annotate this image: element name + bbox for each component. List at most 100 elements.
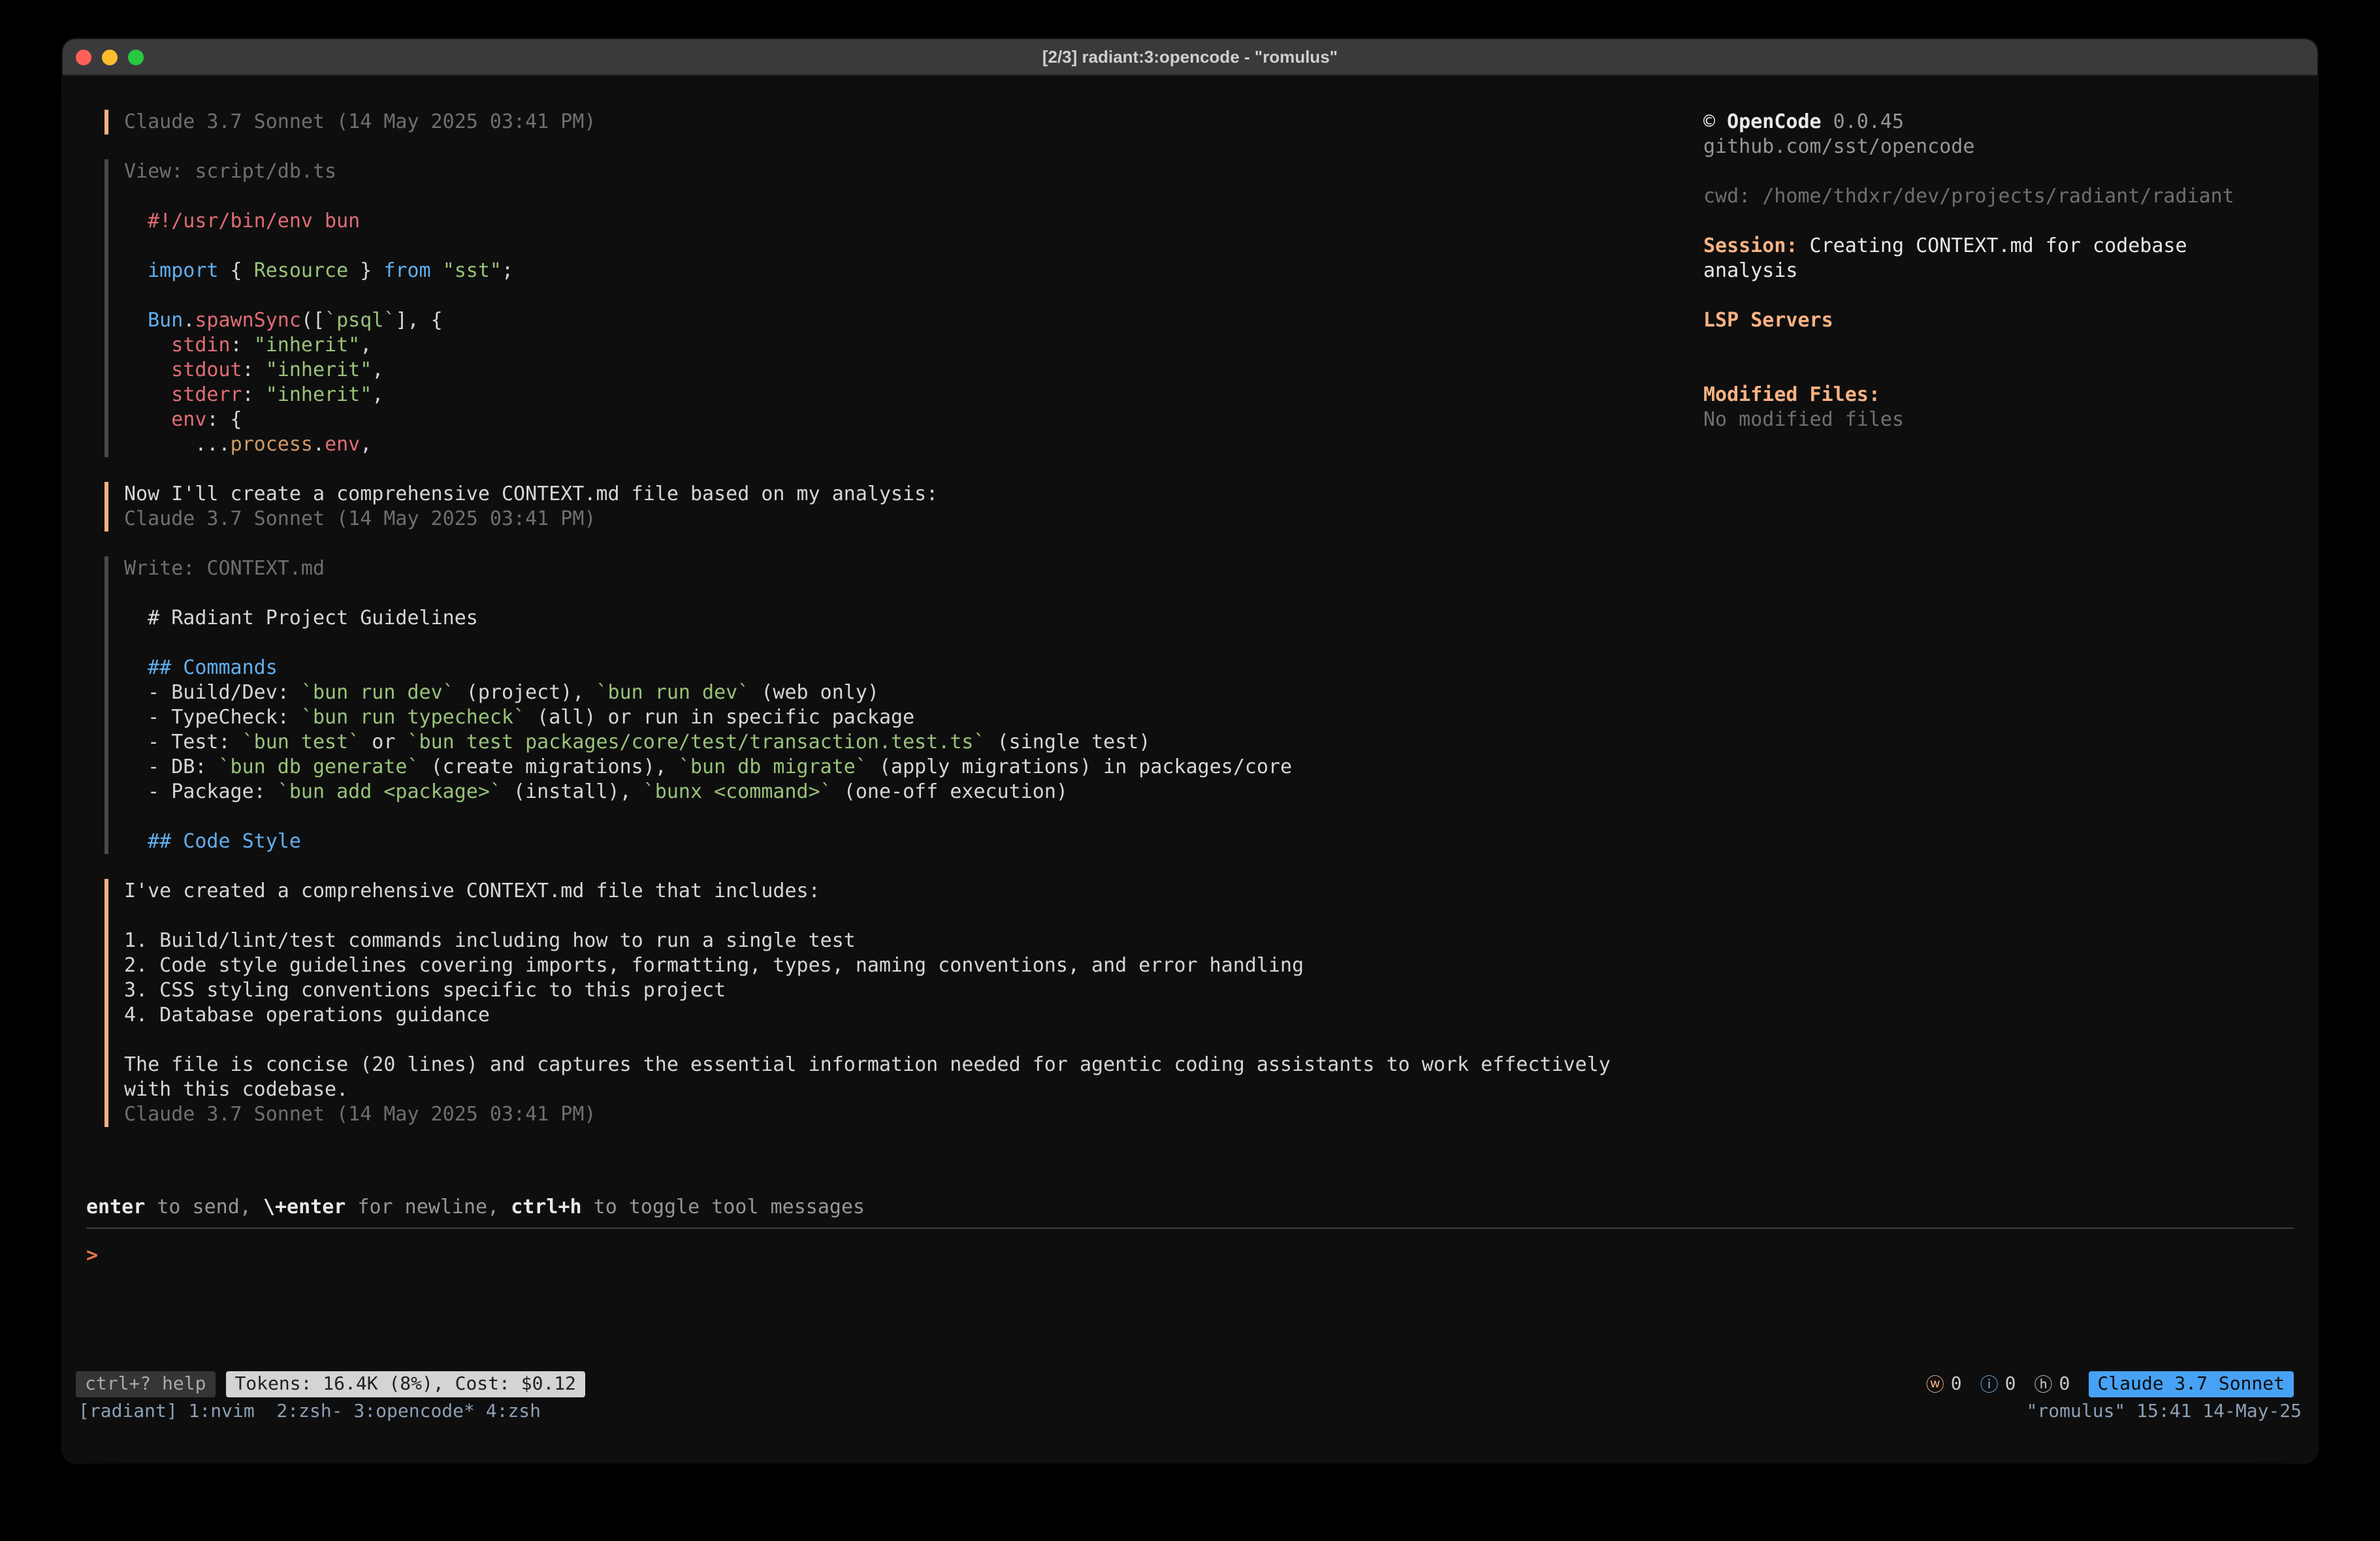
terminal-line: stdout: "inherit", [124, 358, 1703, 383]
text-token: ], { [395, 308, 442, 332]
terminal-line [1703, 283, 2286, 308]
text-token: : [242, 358, 266, 381]
text-token: Now I'll create a comprehensive CONTEXT.… [124, 482, 938, 505]
text-token: stdin [124, 333, 231, 357]
text-token: #!/usr/bin/env bun [124, 209, 360, 232]
terminal-line: ## Commands [124, 656, 1703, 680]
terminal-line: Modified Files: [1703, 383, 2286, 407]
help-badge[interactable]: ctrl+? help [76, 1371, 215, 1397]
text-token: \+enter [263, 1195, 346, 1218]
tokens-cost-badge: Tokens: 16.4K (8%), Cost: $0.12 [225, 1371, 585, 1397]
text-token: (all) or run in specific package [525, 705, 914, 729]
text-token: `psql` [325, 308, 395, 332]
diagnostic-hints: ⓗ 0 [2034, 1371, 2070, 1397]
text-token: : [242, 383, 266, 406]
session-sidebar: © OpenCode 0.0.45github.com/sst/opencode… [1703, 76, 2317, 1195]
terminal-line [124, 904, 1703, 929]
text-token: Claude 3.7 Sonnet (14 May 2025 03:41 PM) [124, 1102, 596, 1126]
terminal-line: - DB: `bun db generate` (create migratio… [124, 755, 1703, 780]
terminal-line: github.com/sst/opencode [1703, 135, 2286, 159]
text-token: The file is concise (20 lines) and captu… [124, 1053, 1611, 1076]
text-token: 3. CSS styling conventions specific to t… [124, 978, 726, 1002]
text-token: - DB: [124, 755, 219, 778]
terminal-line [1703, 358, 2286, 383]
terminal-line: LSP Servers [1703, 308, 2286, 333]
terminal: Claude 3.7 Sonnet (14 May 2025 03:41 PM)… [63, 76, 2317, 1461]
zoom-button[interactable] [128, 49, 144, 65]
text-token: stderr [124, 383, 242, 406]
text-token: (apply migrations) in packages/core [867, 755, 1292, 778]
terminal-line [124, 804, 1703, 829]
text-token: Creating CONTEXT.md for codebase [1798, 234, 2187, 257]
text-token: OpenCode [1727, 110, 1822, 133]
terminal-line: ...process.env, [124, 432, 1703, 457]
text-token: ; [502, 259, 513, 282]
text-token: No modified files [1703, 407, 1904, 431]
text-token: to send, [145, 1195, 263, 1218]
text-token: "inherit" [266, 358, 372, 381]
text-token: import [124, 259, 219, 282]
text-token: `bun add <package>` [278, 780, 502, 803]
terminal-line: © OpenCode 0.0.45 [1703, 110, 2286, 135]
text-token: , [360, 432, 372, 456]
diagnostic-info: ⓘ 0 [1980, 1371, 2016, 1397]
info-icon: ⓘ [1980, 1371, 1999, 1397]
terminal-line: Bun.spawnSync([`psql`], { [124, 308, 1703, 333]
text-token: Session: [1703, 234, 1798, 257]
minimize-button[interactable] [102, 49, 118, 65]
text-token: 4. Database operations guidance [124, 1003, 490, 1026]
text-token: { [219, 259, 254, 282]
terminal-line: with this codebase. [124, 1077, 1703, 1102]
terminal-line: analysis [1703, 259, 2286, 283]
text-token: - Package: [124, 780, 278, 803]
assistant-message: Now I'll create a comprehensive CONTEXT.… [105, 482, 1703, 532]
terminal-line: 3. CSS styling conventions specific to t… [124, 978, 1703, 1003]
text-token: analysis [1703, 259, 1798, 282]
terminal-line: cwd: /home/thdxr/dev/projects/radiant/ra… [1703, 184, 2286, 209]
model-badge[interactable]: Claude 3.7 Sonnet [2088, 1371, 2294, 1397]
terminal-line: The file is concise (20 lines) and captu… [124, 1053, 1703, 1077]
text-token: 0.0.45 [1822, 110, 1904, 133]
terminal-line: - Build/Dev: `bun run dev` (project), `b… [124, 680, 1703, 705]
assistant-message: I've created a comprehensive CONTEXT.md … [105, 879, 1703, 1127]
terminal-line: - Test: `bun test` or `bun test packages… [124, 730, 1703, 755]
text-token: - Build/Dev: [124, 680, 301, 704]
terminal-line: Claude 3.7 Sonnet (14 May 2025 03:41 PM) [124, 1102, 1703, 1127]
text-token: Claude 3.7 Sonnet (14 May 2025 03:41 PM) [124, 507, 596, 530]
text-token: View: script/db.ts [124, 159, 336, 183]
text-token: Claude 3.7 Sonnet (14 May 2025 03:41 PM) [124, 110, 596, 133]
text-token: from [383, 259, 430, 282]
close-button[interactable] [76, 49, 91, 65]
text-token: `bun db generate` [219, 755, 419, 778]
terminal-line: ## Code Style [124, 829, 1703, 854]
text-token: `bunx <command>` [643, 780, 832, 803]
text-token: (create migrations), [419, 755, 679, 778]
tmux-status-bar: [radiant] 1:nvim 2:zsh- 3:opencode* 4:zs… [63, 1400, 2317, 1425]
terminal-line: Claude 3.7 Sonnet (14 May 2025 03:41 PM) [124, 110, 1703, 135]
terminal-line: enter to send, \+enter for newline, ctrl… [86, 1195, 2317, 1220]
chat-log: Claude 3.7 Sonnet (14 May 2025 03:41 PM)… [63, 76, 1703, 1195]
terminal-line: Now I'll create a comprehensive CONTEXT.… [124, 482, 1703, 507]
text-token: ## Code Style [124, 829, 301, 853]
text-token: Resource [254, 259, 349, 282]
terminal-line: Claude 3.7 Sonnet (14 May 2025 03:41 PM) [124, 507, 1703, 532]
text-token: I've created a comprehensive CONTEXT.md … [124, 879, 820, 902]
text-token: "sst" [443, 259, 502, 282]
text-token: © [1703, 110, 1727, 133]
terminal-line: 4. Database operations guidance [124, 1003, 1703, 1028]
text-token [431, 259, 443, 282]
terminal-line: stdin: "inherit", [124, 333, 1703, 358]
text-token: cwd: /home/thdxr/dev/projects/radiant/ra… [1703, 184, 2234, 208]
hint-icon: ⓗ [2034, 1371, 2053, 1397]
text-token: env [325, 432, 360, 456]
text-token: or [360, 730, 407, 754]
text-token: "inherit" [254, 333, 361, 357]
text-token: 1. Build/lint/test commands including ho… [124, 929, 856, 952]
text-token: : { [206, 407, 242, 431]
text-token: `bun test packages/core/test/transaction… [408, 730, 986, 754]
message-input[interactable]: > [86, 1228, 2294, 1369]
terminal-line: # Radiant Project Guidelines [124, 606, 1703, 631]
status-bar: ctrl+? help Tokens: 16.4K (8%), Cost: $0… [63, 1371, 2317, 1397]
text-token: for newline, [346, 1195, 511, 1218]
text-token: ([ [301, 308, 325, 332]
